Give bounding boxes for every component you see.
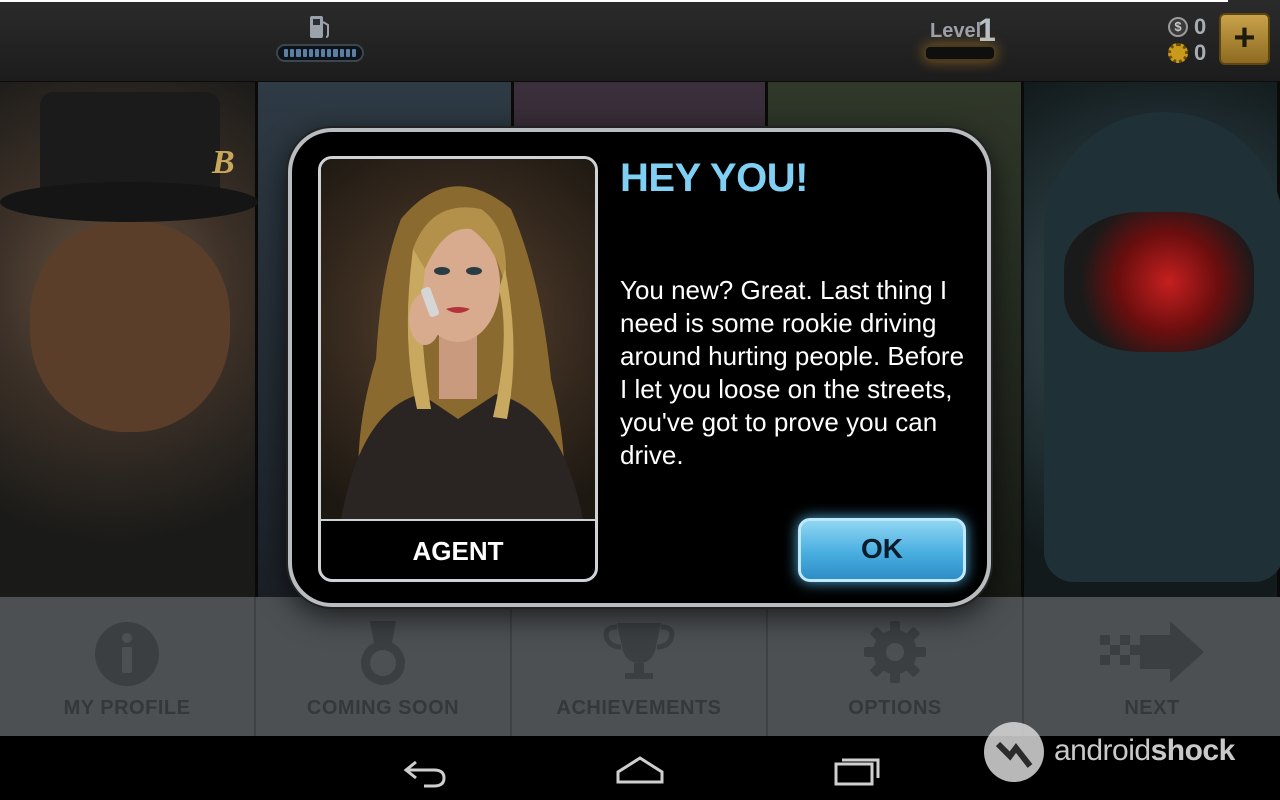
level-indicator: Level 1 — [922, 12, 998, 64]
nav-options[interactable]: OPTIONS — [768, 597, 1024, 736]
character-panel-5 — [1024, 82, 1280, 597]
dialog-message: You new? Great. Last thing I need is som… — [620, 275, 965, 470]
character-panel-1: B — [0, 82, 258, 597]
back-button[interactable] — [394, 750, 454, 790]
nav-achievements[interactable]: ACHIEVEMENTS — [512, 597, 768, 736]
watermark-logo-icon — [984, 722, 1044, 782]
watermark: androidshock — [984, 722, 1274, 784]
level-value: 1 — [978, 12, 996, 48]
nav-my-profile[interactable]: MY PROFILE — [0, 597, 256, 736]
character-name: AGENT — [321, 519, 595, 579]
watermark-text: androidshock — [1054, 734, 1235, 767]
checkered-arrow-icon — [1100, 621, 1204, 688]
character-goggles — [1064, 212, 1254, 352]
top-edge-line — [0, 0, 1228, 2]
home-button[interactable] — [610, 750, 670, 790]
gear-icon — [864, 621, 926, 688]
nav-label: MY PROFILE — [63, 697, 191, 719]
cash-value: 0 — [1194, 14, 1207, 39]
agent-portrait-image — [321, 159, 595, 519]
medal-icon — [358, 621, 408, 692]
dialog-title: HEY YOU! — [620, 156, 808, 200]
recents-button[interactable] — [828, 750, 888, 790]
add-currency-button[interactable]: + — [1219, 13, 1270, 65]
nav-next[interactable]: NEXT — [1024, 597, 1280, 736]
nav-coming-soon[interactable]: COMING SOON — [256, 597, 512, 736]
nav-label: OPTIONS — [848, 697, 942, 719]
hat-logo: B — [212, 144, 235, 181]
character-portrait: AGENT — [318, 156, 598, 582]
bottom-menu: MY PROFILE COMING SOON ACHIEVEMENTS OPTI… — [0, 597, 1280, 736]
trophy-icon — [601, 621, 677, 686]
fuel-gauge — [276, 14, 366, 66]
level-label: Level — [930, 20, 982, 42]
recents-icon — [828, 758, 888, 794]
cash-row: $ 0 — [1168, 14, 1212, 40]
back-icon — [394, 760, 454, 794]
xp-bar — [924, 45, 996, 61]
cash-icon: $ — [1168, 17, 1188, 37]
gold-row: 0 — [1168, 40, 1212, 66]
intro-dialog: AGENT HEY YOU! You new? Great. Last thin… — [288, 128, 991, 607]
gas-pump-icon — [308, 14, 332, 45]
top-status-bar: Level 1 $ 0 0 + — [0, 0, 1280, 82]
hat-brim — [0, 182, 258, 222]
nav-label: NEXT — [1124, 697, 1180, 719]
nav-label: ACHIEVEMENTS — [556, 697, 722, 719]
info-icon — [94, 621, 160, 692]
ok-button[interactable]: OK — [798, 518, 966, 582]
currency-display: $ 0 0 — [1168, 14, 1212, 68]
home-icon — [610, 756, 670, 794]
gold-coin-icon — [1168, 43, 1188, 63]
fuel-bar — [276, 44, 364, 62]
nav-label: COMING SOON — [306, 697, 460, 719]
gold-value: 0 — [1194, 40, 1207, 65]
character-face — [30, 222, 230, 432]
